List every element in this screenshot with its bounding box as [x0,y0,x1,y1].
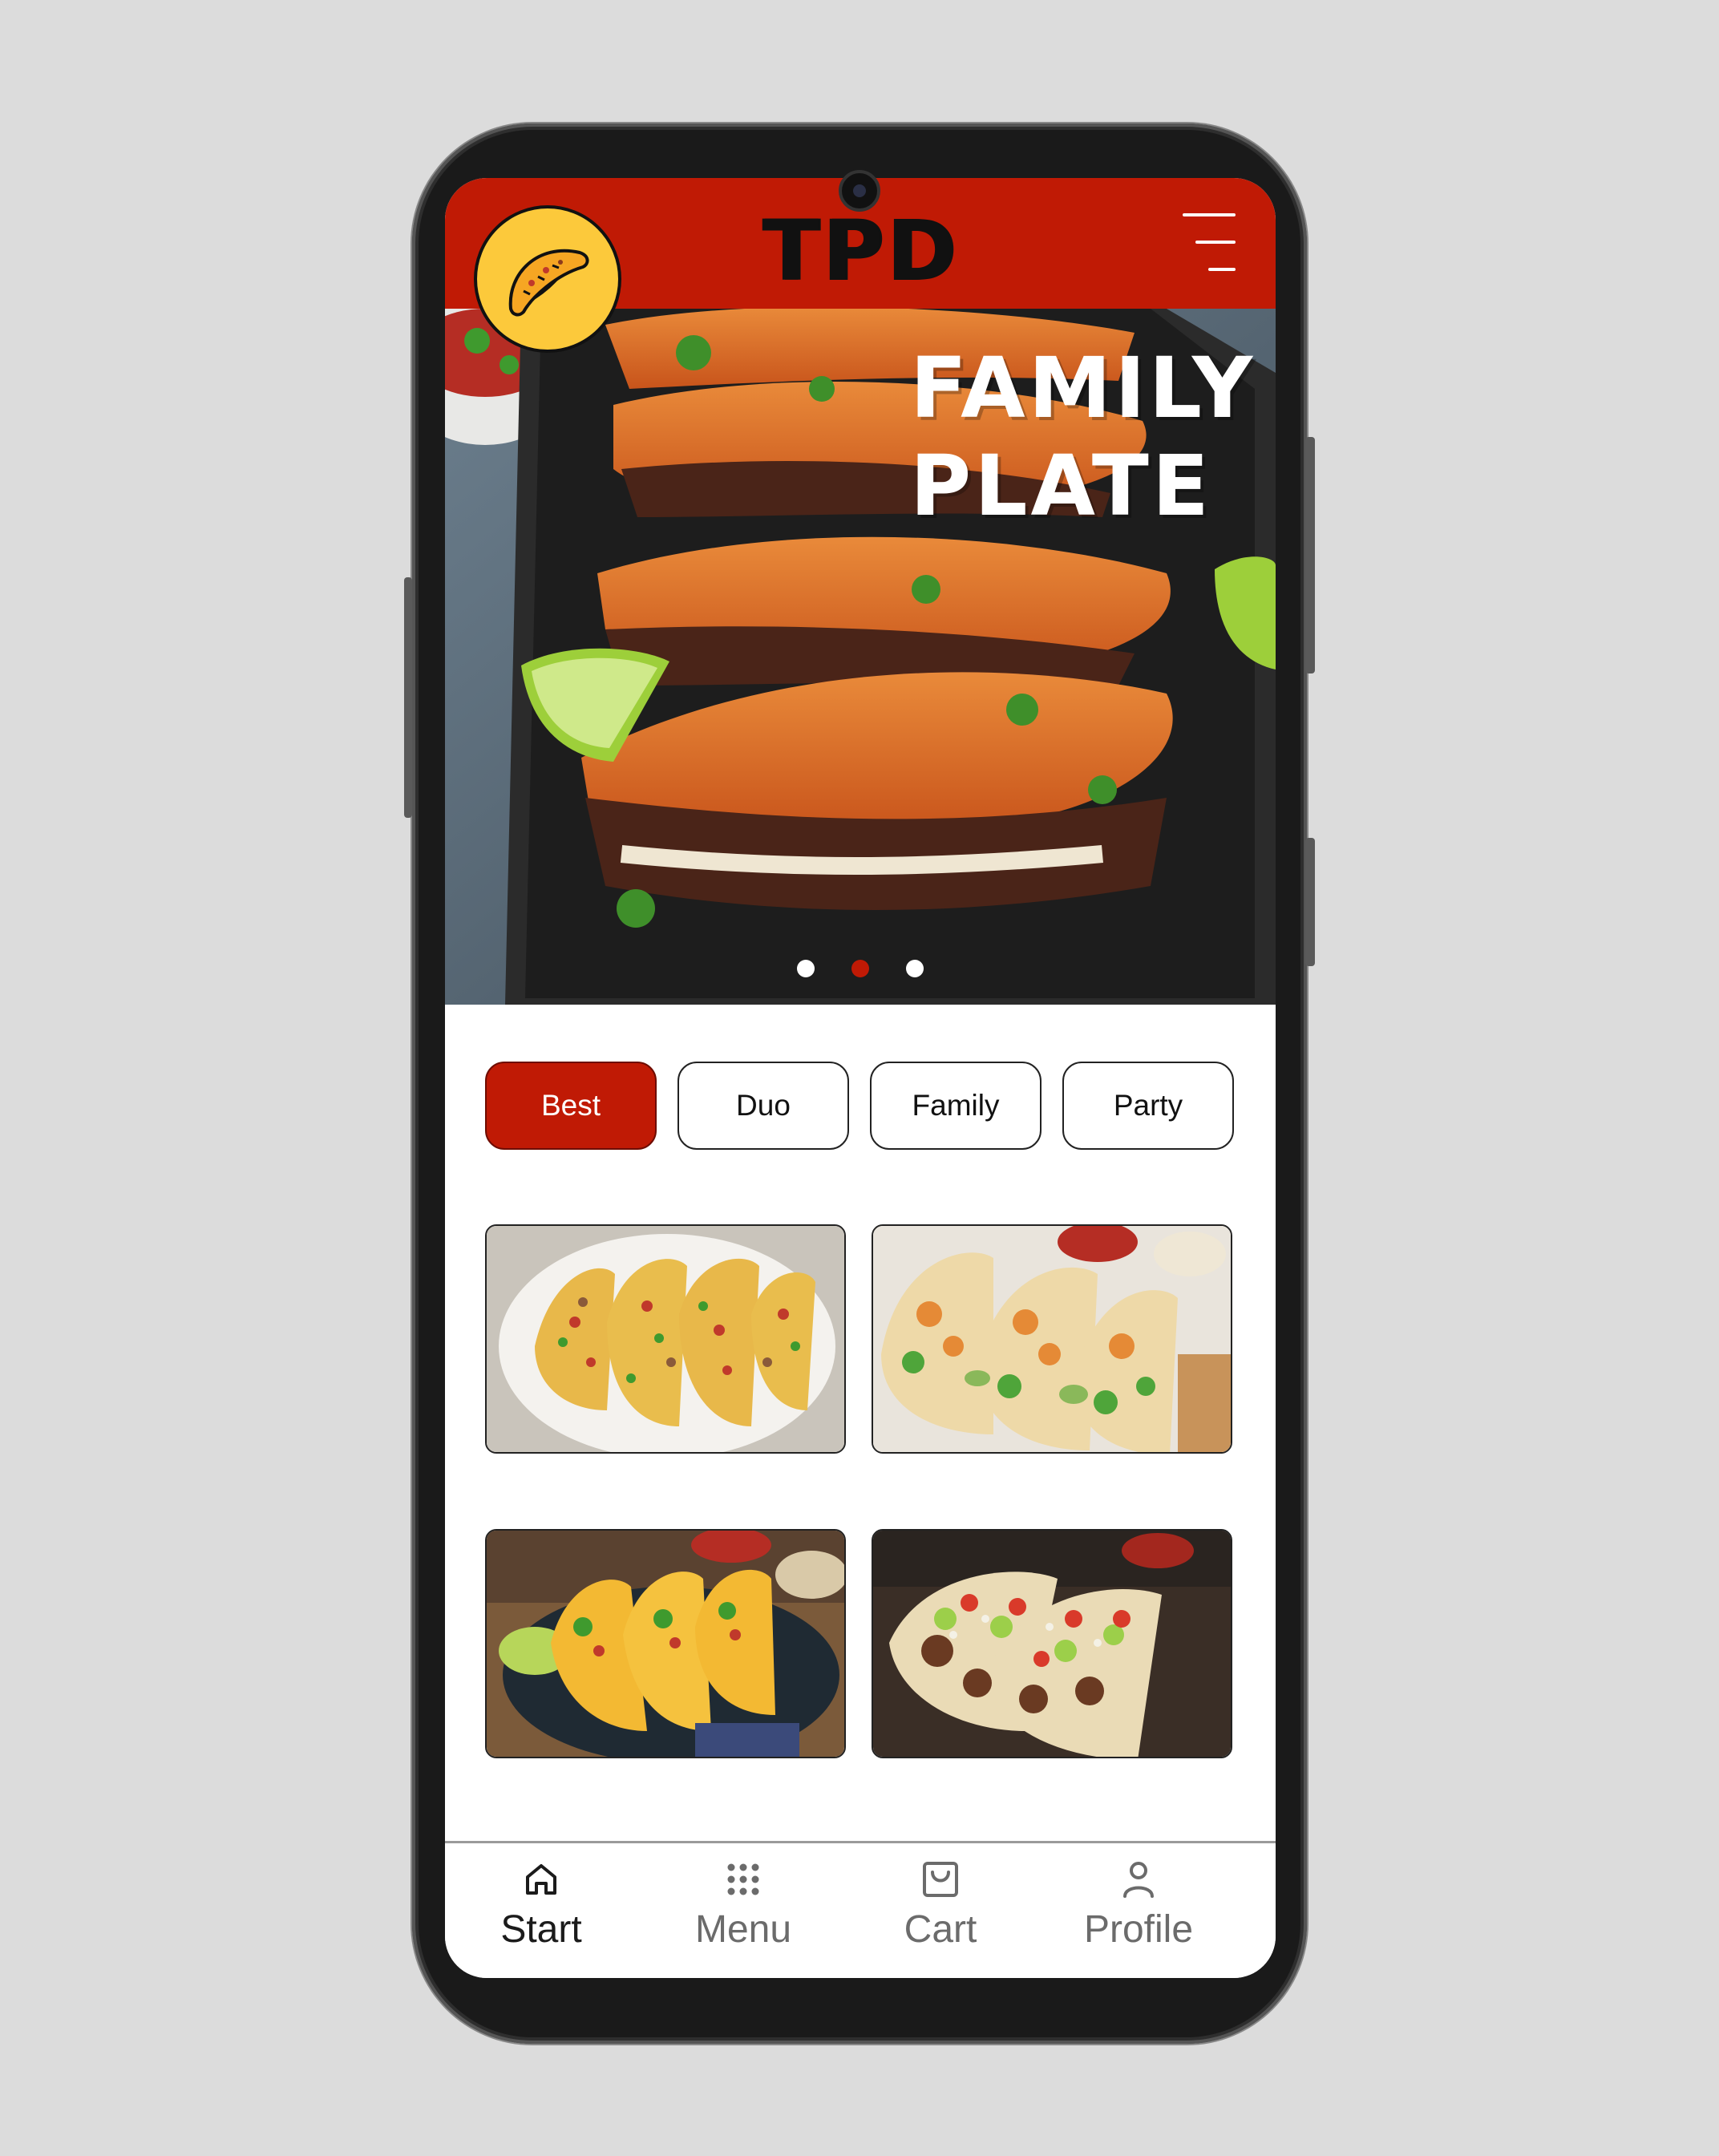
front-camera [839,170,880,212]
nav-menu[interactable]: Menu [647,1843,839,1978]
product-card-4[interactable] [872,1529,1232,1758]
hamburger-menu-icon[interactable] [1183,213,1236,273]
home-icon [526,1864,556,1895]
beef-tacos-photo [873,1531,1231,1757]
app-screen: TPD FAMILY PLATE Best Duo Family Party S… [445,178,1276,1978]
user-icon [1123,1862,1154,1898]
bottom-navigation: Start Menu Cart Profile [445,1841,1276,1978]
crispy-tacos-photo [487,1531,844,1757]
volume-button [1305,437,1315,673]
tab-family[interactable]: Family [870,1062,1042,1150]
bag-icon [923,1862,958,1897]
nav-cart-label: Cart [904,1908,977,1951]
grid-icon [727,1863,759,1895]
left-button [404,577,412,818]
product-card-1[interactable] [485,1224,846,1454]
hero-title-line2: PLATE [910,437,1212,535]
power-button [1305,838,1315,966]
nav-cart[interactable]: Cart [844,1843,1037,1978]
hero-banner[interactable]: FAMILY PLATE [445,309,1276,1005]
product-card-2[interactable] [872,1224,1232,1454]
taco-icon [508,249,589,317]
hero-title: FAMILY PLATE [910,339,1263,535]
nav-start[interactable]: Start [445,1843,637,1978]
taco-logo-button[interactable] [474,205,621,353]
tab-party[interactable]: Party [1062,1062,1234,1150]
tab-duo[interactable]: Duo [677,1062,849,1150]
carousel-dot-1[interactable] [797,960,815,977]
hero-title-line1: FAMILY [910,339,1256,437]
chicken-tacos-photo [873,1226,1231,1452]
tab-best[interactable]: Best [485,1062,657,1150]
nav-menu-label: Menu [694,1908,792,1951]
nav-profile-label: Profile [1083,1908,1194,1951]
nav-start-label: Start [500,1908,582,1951]
carousel-dot-2[interactable] [851,960,869,977]
carousel-dot-3[interactable] [906,960,924,977]
nav-profile[interactable]: Profile [1042,1843,1235,1978]
carousel-indicators [445,960,1276,981]
tacos-plate-photo [487,1226,844,1452]
product-card-3[interactable] [485,1529,846,1758]
category-tabs: Best Duo Family Party [485,1062,1236,1150]
